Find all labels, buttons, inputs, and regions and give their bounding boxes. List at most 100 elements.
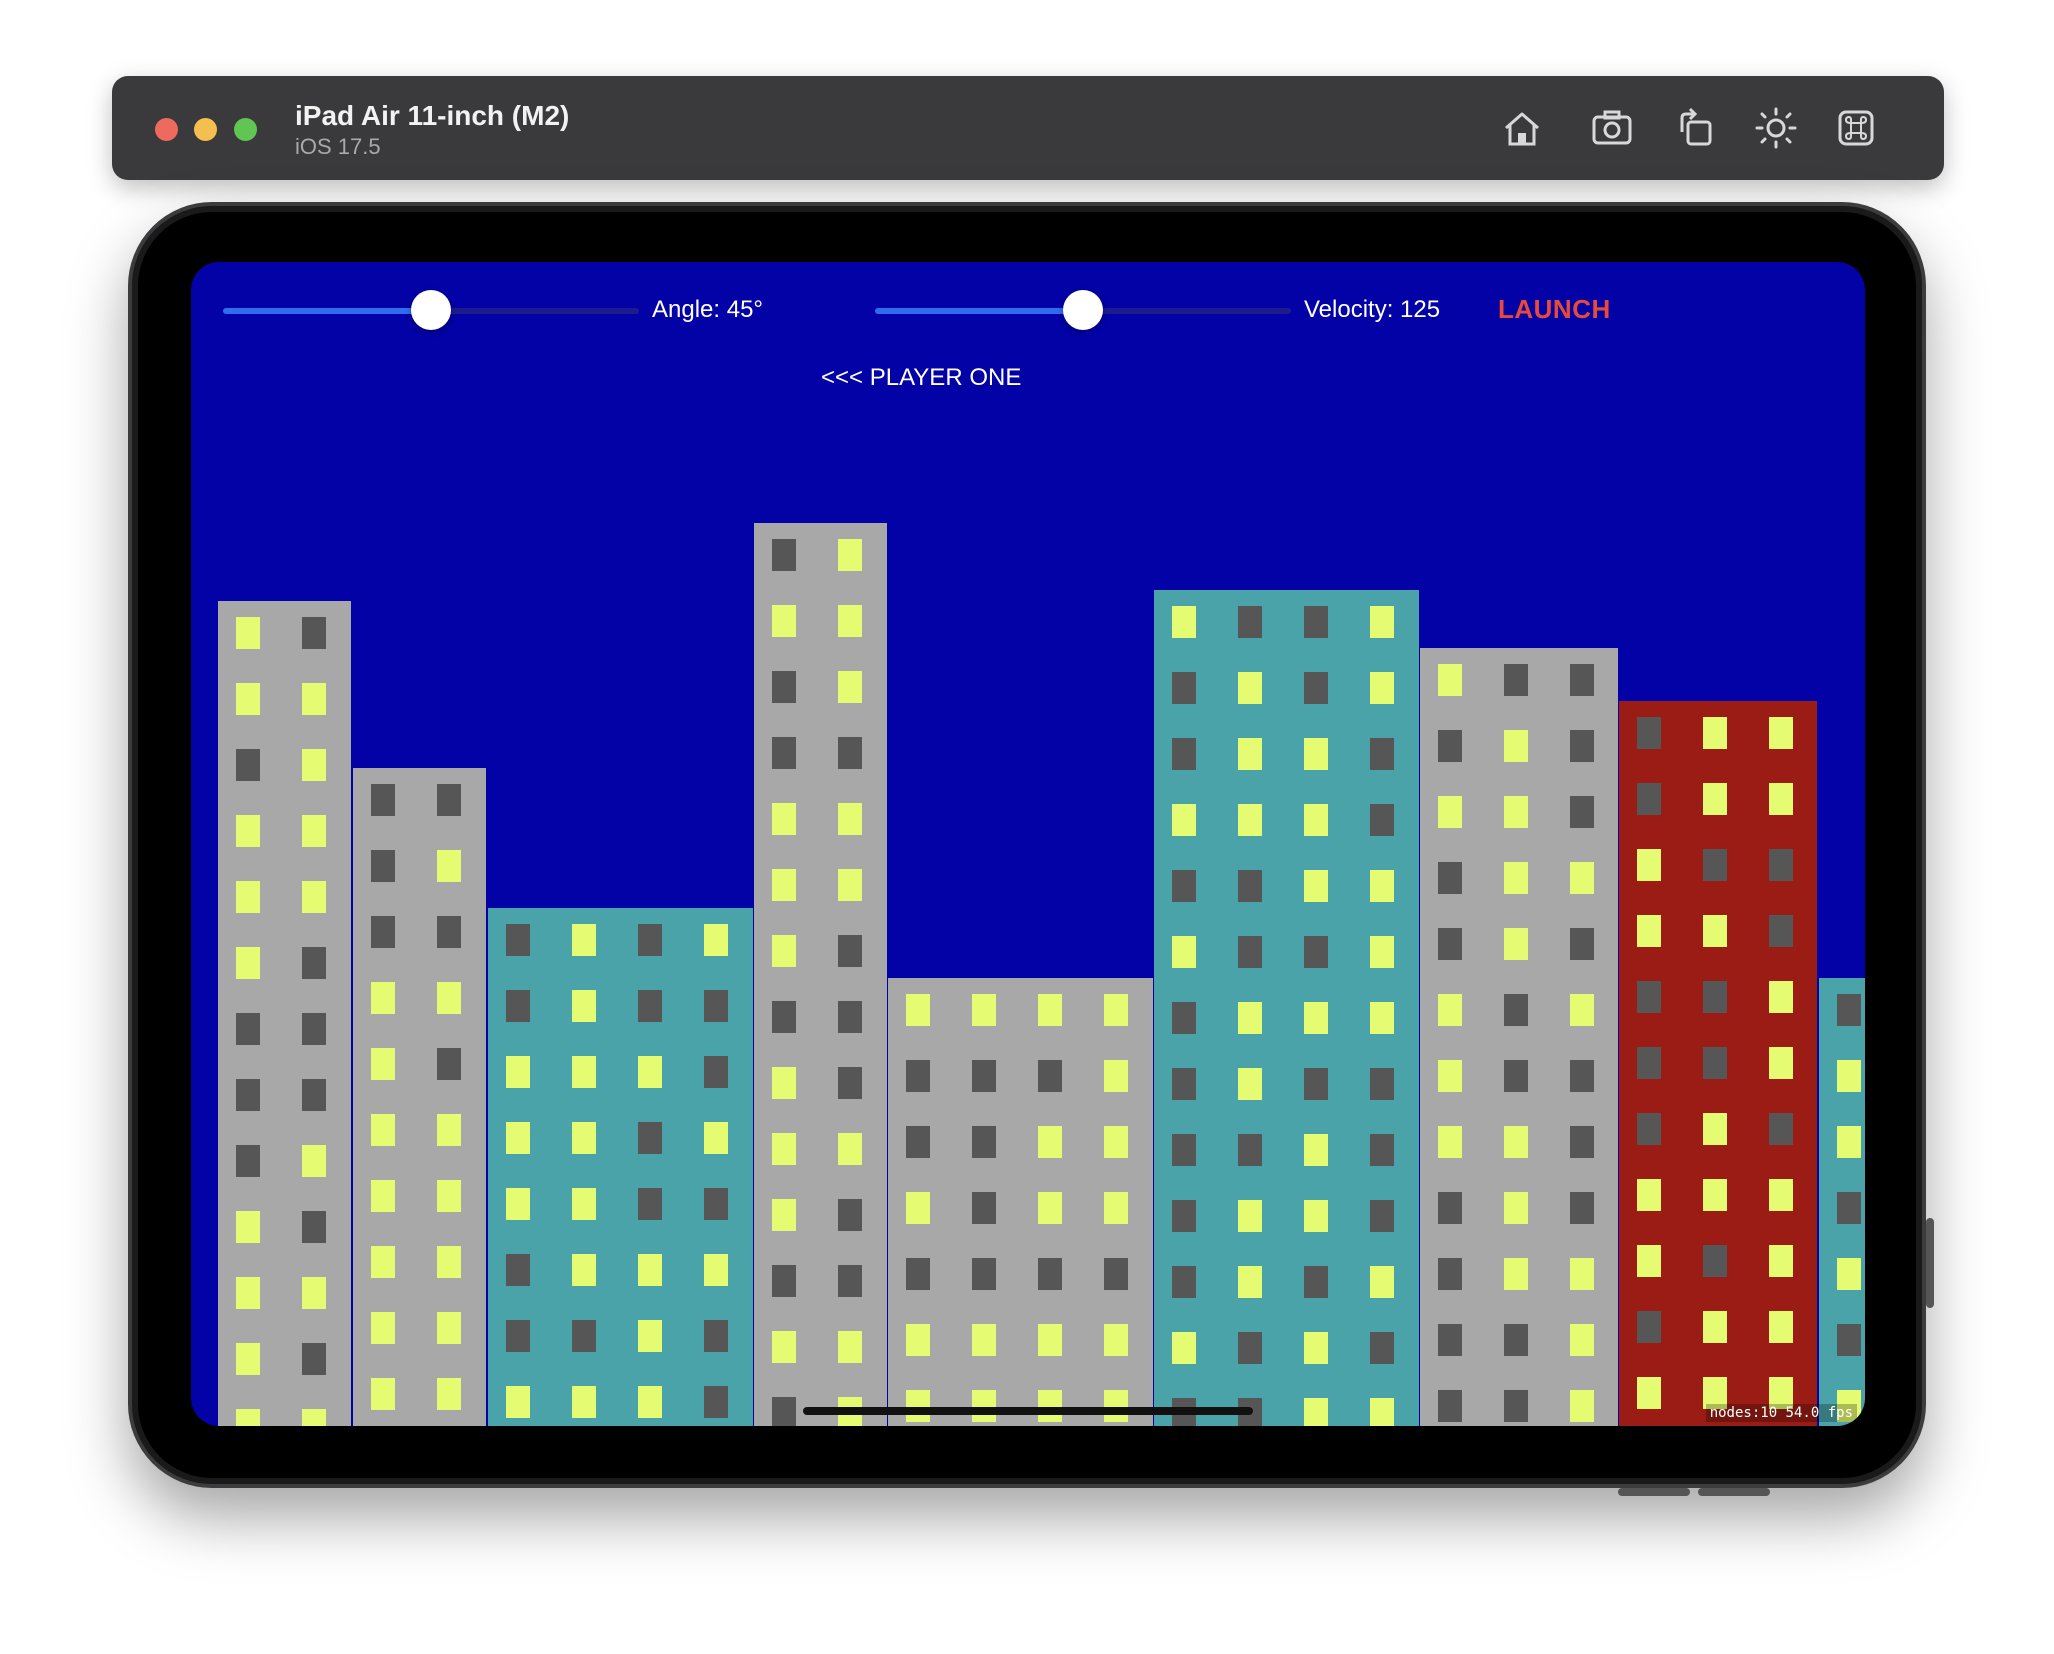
- building-window: [1370, 1002, 1394, 1034]
- building-window: [1172, 1002, 1196, 1034]
- building-window: [1172, 870, 1196, 902]
- building-window: [371, 1180, 395, 1212]
- building-window: [506, 924, 530, 956]
- angle-slider[interactable]: [223, 290, 639, 330]
- os-version: iOS 17.5: [295, 134, 381, 159]
- home-indicator[interactable]: [803, 1407, 1253, 1415]
- building-window: [437, 1180, 461, 1212]
- building-window: [1172, 1068, 1196, 1100]
- building-window: [506, 1188, 530, 1220]
- building-window: [1438, 1390, 1462, 1422]
- building-window: [506, 1056, 530, 1088]
- building-window: [1769, 1245, 1793, 1277]
- building-window: [1304, 1200, 1328, 1232]
- building-window: [1172, 1134, 1196, 1166]
- building-window: [1637, 1377, 1661, 1409]
- building-window: [1769, 1179, 1793, 1211]
- building-window: [1703, 1113, 1727, 1145]
- home-icon: [1505, 112, 1539, 146]
- building-window: [1238, 1068, 1262, 1100]
- building-window: [638, 990, 662, 1022]
- building-window: [772, 869, 796, 901]
- building-window: [302, 1343, 326, 1375]
- building-window: [1703, 981, 1727, 1013]
- building-window: [1570, 1126, 1594, 1158]
- building-window: [838, 539, 862, 571]
- building-window: [1637, 849, 1661, 881]
- building-window: [302, 1145, 326, 1177]
- rotate-button[interactable]: [1670, 102, 1722, 154]
- close-window-button[interactable]: [155, 118, 178, 141]
- building-window: [572, 1320, 596, 1352]
- screenshot-button[interactable]: [1586, 102, 1638, 154]
- building-window: [1172, 672, 1196, 704]
- zoom-window-button[interactable]: [234, 118, 257, 141]
- building-window: [437, 1048, 461, 1080]
- building-window: [437, 1378, 461, 1410]
- angle-slider-thumb[interactable]: [411, 290, 451, 330]
- building-window: [1038, 1390, 1062, 1422]
- building-window: [638, 1320, 662, 1352]
- building-window: [972, 1060, 996, 1092]
- building-window: [906, 1258, 930, 1290]
- building-window: [236, 683, 260, 715]
- building-window: [1304, 1068, 1328, 1100]
- building-window: [1769, 981, 1793, 1013]
- appearance-button[interactable]: [1750, 102, 1802, 154]
- launch-button[interactable]: LAUNCH: [1498, 294, 1611, 325]
- building-window: [1703, 915, 1727, 947]
- building-window: [906, 1192, 930, 1224]
- command-button[interactable]: [1830, 102, 1882, 154]
- game-screen[interactable]: Angle: 45° Velocity: 125 LAUNCH <<< PLAY…: [191, 262, 1865, 1426]
- building-window: [1837, 1258, 1861, 1290]
- building-window: [1703, 783, 1727, 815]
- building: [1619, 701, 1817, 1426]
- building-window: [1304, 672, 1328, 704]
- building-window: [1504, 1390, 1528, 1422]
- building-window: [1038, 994, 1062, 1026]
- building-window: [1438, 1324, 1462, 1356]
- building-window: [302, 1277, 326, 1309]
- building-window: [638, 924, 662, 956]
- angle-label: Angle: 45°: [652, 296, 764, 323]
- top-button-1: [1618, 1488, 1690, 1496]
- home-button[interactable]: [1496, 102, 1548, 154]
- building-window: [1637, 915, 1661, 947]
- building-window: [1038, 1126, 1062, 1158]
- building-window: [1172, 804, 1196, 836]
- building-window: [1769, 1311, 1793, 1343]
- building-window: [638, 1386, 662, 1418]
- building-window: [1238, 870, 1262, 902]
- building-window: [371, 1114, 395, 1146]
- building-window: [1570, 1390, 1594, 1422]
- building-window: [1637, 1311, 1661, 1343]
- building-window: [1238, 1266, 1262, 1298]
- velocity-slider-thumb[interactable]: [1063, 290, 1103, 330]
- building-window: [972, 1390, 996, 1422]
- building-window: [1172, 1200, 1196, 1232]
- building-window: [1370, 804, 1394, 836]
- building-window: [371, 1378, 395, 1410]
- building-window: [572, 1122, 596, 1154]
- building-window: [972, 1126, 996, 1158]
- building-window: [638, 1254, 662, 1286]
- building-window: [638, 1056, 662, 1088]
- building-window: [437, 1312, 461, 1344]
- building-window: [1637, 1113, 1661, 1145]
- building-window: [371, 916, 395, 948]
- building-window: [838, 935, 862, 967]
- building-window: [1703, 1179, 1727, 1211]
- rotate-icon: [1680, 107, 1712, 146]
- building-window: [638, 1188, 662, 1220]
- building-window: [772, 1067, 796, 1099]
- building-window: [704, 1320, 728, 1352]
- building-window: [1370, 870, 1394, 902]
- building: [1420, 648, 1618, 1426]
- velocity-slider[interactable]: [875, 290, 1291, 330]
- building-window: [236, 617, 260, 649]
- building-window: [1370, 672, 1394, 704]
- building-window: [236, 1277, 260, 1309]
- building-window: [236, 1343, 260, 1375]
- minimize-window-button[interactable]: [194, 118, 217, 141]
- building-window: [838, 671, 862, 703]
